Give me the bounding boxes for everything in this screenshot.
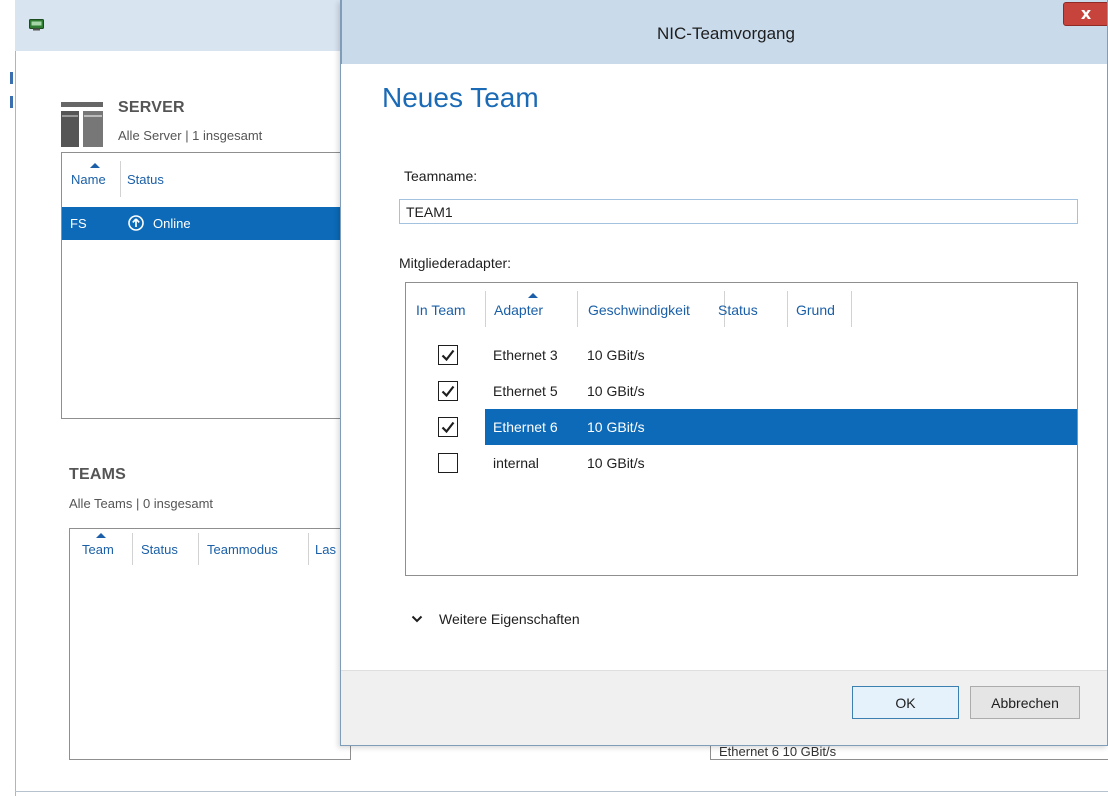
gutter-mark: [10, 96, 13, 108]
adapter-name-cell: Ethernet 5: [493, 383, 558, 399]
adapter-speed-cell: 10 GBit/s: [587, 383, 645, 399]
checkmark-icon: [441, 385, 455, 398]
more-properties-label: Weitere Eigenschaften: [439, 611, 580, 627]
sort-ascending-icon: [528, 293, 538, 298]
adapter-name-cell: internal: [493, 455, 539, 471]
chevron-down-icon: [411, 615, 423, 623]
teams-column-team[interactable]: Team: [82, 542, 114, 557]
servers-section-title: SERVER: [118, 99, 185, 116]
column-divider: [120, 161, 121, 197]
column-divider: [577, 291, 578, 327]
adapter-speed-cell: 10 GBit/s: [587, 455, 645, 471]
servers-column-name[interactable]: Name: [71, 172, 106, 187]
server-icon: [61, 102, 103, 147]
table-row[interactable]: Ethernet 3 10 GBit/s: [406, 337, 1077, 373]
adapter-speed-cell: 10 GBit/s: [587, 347, 645, 363]
checkmark-icon: [441, 349, 455, 362]
column-divider: [308, 533, 309, 565]
teamname-input[interactable]: [399, 199, 1078, 224]
members-column-speed[interactable]: Geschwindigkeit: [588, 302, 690, 318]
app-icon: [29, 19, 44, 31]
cancel-button[interactable]: Abbrechen: [970, 686, 1080, 719]
close-button[interactable]: x: [1063, 2, 1107, 26]
teamname-label: Teamname:: [404, 168, 478, 184]
column-divider: [132, 533, 133, 565]
online-status-icon: [128, 215, 144, 231]
column-divider: [787, 291, 788, 327]
teams-column-last[interactable]: Las: [315, 542, 336, 557]
table-row[interactable]: Ethernet 5 10 GBit/s: [406, 373, 1077, 409]
in-team-checkbox[interactable]: [438, 453, 458, 473]
adapter-name-cell: Ethernet 6: [493, 419, 558, 435]
column-divider: [851, 291, 852, 327]
teams-section-title: TEAMS: [69, 466, 126, 483]
column-divider: [198, 533, 199, 565]
sort-ascending-icon: [90, 163, 100, 168]
servers-section-subtitle: Alle Server | 1 insgesamt: [118, 128, 263, 143]
window-bottom-border: [15, 791, 1108, 792]
checkmark-icon: [441, 421, 455, 434]
teams-table[interactable]: Team Status Teammodus Las: [69, 528, 351, 760]
server-status-cell: Online: [153, 216, 191, 231]
dialog-titlebar[interactable]: NIC-Teamvorgang x: [341, 0, 1107, 64]
members-column-status[interactable]: Status: [718, 302, 758, 318]
gutter-mark: [10, 72, 13, 84]
table-row[interactable]: FS Online: [62, 207, 351, 240]
members-column-reason[interactable]: Grund: [796, 302, 835, 318]
members-label: Mitgliederadapter:: [399, 255, 512, 271]
adapters-panel-text: Ethernet 6 10 GBit/s: [719, 744, 837, 759]
servers-table[interactable]: Name Status FS Online: [61, 152, 351, 419]
in-team-checkbox[interactable]: [438, 417, 458, 437]
teams-column-teammodus[interactable]: Teammodus: [207, 542, 278, 557]
teams-column-status[interactable]: Status: [141, 542, 178, 557]
ok-button[interactable]: OK: [852, 686, 959, 719]
adapter-speed-cell: 10 GBit/s: [587, 419, 645, 435]
dialog-footer: OK Abbrechen: [341, 670, 1107, 745]
dialog-title: NIC-Teamvorgang: [657, 24, 795, 43]
column-divider: [485, 291, 486, 327]
close-icon: x: [1080, 4, 1092, 23]
nic-teaming-dialog: NIC-Teamvorgang x Neues Team Teamname: M…: [340, 0, 1108, 746]
servers-column-status[interactable]: Status: [127, 172, 164, 187]
members-column-adapter[interactable]: Adapter: [494, 302, 543, 318]
in-team-checkbox[interactable]: [438, 345, 458, 365]
members-table-header: In Team Adapter Geschwindigkeit Status G…: [406, 283, 1077, 329]
in-team-checkbox[interactable]: [438, 381, 458, 401]
sort-ascending-icon: [96, 533, 106, 538]
members-column-in-team[interactable]: In Team: [416, 302, 466, 318]
teams-section-subtitle: Alle Teams | 0 insgesamt: [69, 496, 214, 511]
table-row[interactable]: internal 10 GBit/s: [406, 445, 1077, 481]
dialog-heading: Neues Team: [382, 82, 539, 113]
adapter-name-cell: Ethernet 3: [493, 347, 558, 363]
table-row[interactable]: Ethernet 6 10 GBit/s: [406, 409, 1077, 445]
server-name-cell: FS: [70, 216, 87, 231]
row-selection: [485, 409, 1077, 445]
members-table[interactable]: In Team Adapter Geschwindigkeit Status G…: [405, 282, 1078, 576]
